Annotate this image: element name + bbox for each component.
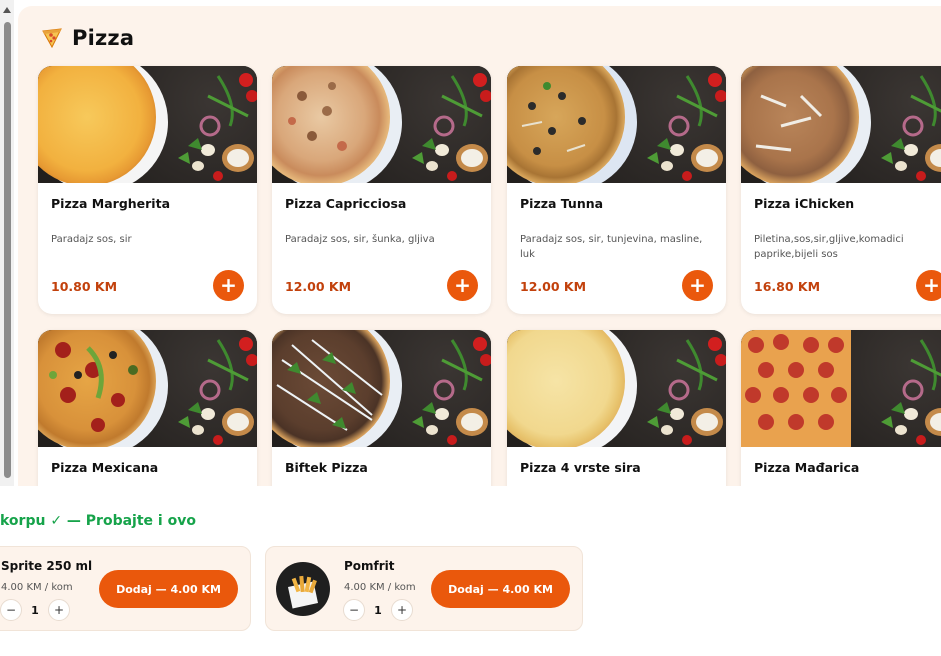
item-price: 12.00 KM	[285, 279, 352, 294]
pizza-image	[38, 330, 257, 447]
item-name: Pizza iChicken	[754, 196, 855, 211]
pizza-image	[272, 330, 491, 447]
quantity-value: 1	[374, 603, 382, 617]
app-viewport: Pizza Pizza Margherita Paradajz sos, sir…	[0, 0, 941, 656]
item-name: Pizza Mexicana	[51, 460, 159, 475]
scrollbar-thumb[interactable]	[4, 22, 11, 478]
item-price: 12.00 KM	[520, 279, 587, 294]
item-name: Pizza Capricciosa	[285, 196, 407, 211]
item-name: Pizza Mađarica	[754, 460, 860, 475]
menu-item-card[interactable]: Pizza Margherita Paradajz sos, sir 10.80…	[38, 66, 257, 314]
quantity-stepper: − 1 +	[343, 599, 413, 621]
item-name: Pizza Margherita	[51, 196, 171, 211]
increase-quantity-button[interactable]: +	[391, 599, 413, 621]
decrease-quantity-button[interactable]: −	[343, 599, 365, 621]
fries-image	[276, 562, 330, 616]
pizza-image	[741, 330, 941, 447]
upsell-title: korpu ✓ — Probajte i ovo	[0, 513, 196, 529]
menu-item-card[interactable]: Biftek Pizza	[272, 330, 491, 486]
add-to-cart-button[interactable]: +	[213, 270, 244, 301]
item-name: Pizza 4 vrste sira	[520, 460, 641, 475]
section-title: Pizza	[72, 26, 135, 50]
item-description: Paradajz sos, sir, tunjevina, masline, l…	[520, 234, 703, 260]
item-description: Paradajz sos, sir, šunka, gljiva	[285, 234, 435, 245]
upsell-item-price: 4.00 KM / kom	[344, 582, 416, 593]
quantity-stepper: − 1 +	[0, 599, 70, 621]
item-price: 16.80 KM	[754, 279, 821, 294]
vertical-scrollbar[interactable]	[0, 0, 14, 486]
menu-item-card[interactable]: Pizza Mexicana	[38, 330, 257, 486]
add-to-cart-button[interactable]: Dodaj — 4.00 KM	[99, 570, 238, 608]
add-to-cart-button[interactable]: +	[682, 270, 713, 301]
menu-item-card[interactable]: Pizza Capricciosa Paradajz sos, sir, šun…	[272, 66, 491, 314]
add-to-cart-button[interactable]: +	[916, 270, 941, 301]
upsell-item-name: Pomfrit	[344, 559, 395, 573]
upsell-item-name: Sprite 250 ml	[1, 559, 93, 573]
add-to-cart-button[interactable]: Dodaj — 4.00 KM	[431, 570, 570, 608]
pizza-image	[38, 66, 257, 183]
item-name: Pizza Tunna	[520, 196, 604, 211]
item-description: Paradajz sos, sir	[51, 234, 132, 245]
menu-item-card[interactable]: Pizza iChicken Piletina,sos,sir,gljive,k…	[741, 66, 941, 314]
section-heading: Pizza	[40, 26, 134, 50]
pizza-image	[272, 66, 491, 183]
item-price: 10.80 KM	[51, 279, 118, 294]
menu-item-card[interactable]: Pizza Tunna Paradajz sos, sir, tunjevina…	[507, 66, 726, 314]
scroll-up-arrow-icon[interactable]	[3, 7, 11, 13]
pizza-image	[507, 330, 726, 447]
add-to-cart-button[interactable]: +	[447, 270, 478, 301]
decrease-quantity-button[interactable]: −	[0, 599, 22, 621]
item-name: Biftek Pizza	[285, 460, 368, 475]
menu-item-card[interactable]: Pizza Mađarica	[741, 330, 941, 486]
item-description: Piletina,sos,sir,gljive,komadici paprike…	[754, 234, 904, 260]
upsell-card-sprite: Sprite 250 ml 4.00 KM / kom − 1 + Dodaj …	[0, 546, 251, 631]
upsell-card-pomfrit: Pomfrit 4.00 KM / kom − 1 + Dodaj — 4.00…	[265, 546, 583, 631]
menu-item-card[interactable]: Pizza 4 vrste sira	[507, 330, 726, 486]
pizza-image	[507, 66, 726, 183]
upsell-item-price: 4.00 KM / kom	[1, 582, 73, 593]
quantity-value: 1	[31, 603, 39, 617]
pizza-slice-icon	[40, 26, 64, 50]
upsell-section: korpu ✓ — Probajte i ovo Sprite 250 ml 4…	[0, 486, 941, 656]
increase-quantity-button[interactable]: +	[48, 599, 70, 621]
menu-scroll-area[interactable]: Pizza Pizza Margherita Paradajz sos, sir…	[0, 0, 941, 486]
pizza-image	[741, 66, 941, 183]
